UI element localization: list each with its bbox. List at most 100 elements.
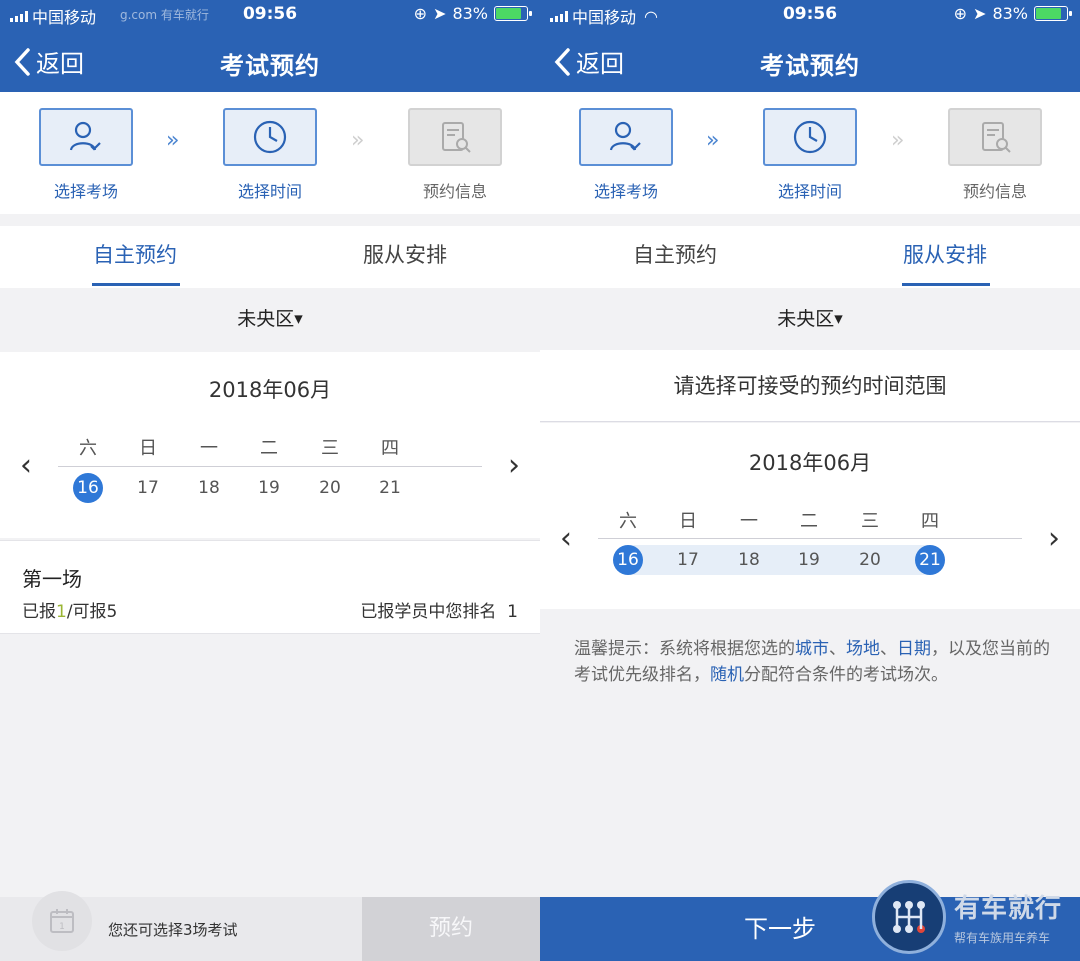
weekday-label: 六 bbox=[79, 438, 97, 459]
next-step-label: 下一步 bbox=[744, 915, 816, 943]
brand-logo: 有车就行 帮有车族用车养车 bbox=[871, 880, 1062, 954]
district-selector[interactable]: 未央区▼ bbox=[540, 288, 1080, 350]
step-label: 选择时间 bbox=[777, 182, 842, 201]
weekday-label: 三 bbox=[321, 438, 339, 459]
page-title: 考试预约 bbox=[760, 52, 860, 80]
battery-icon bbox=[494, 6, 532, 21]
page-title: 考试预约 bbox=[220, 52, 320, 80]
day-17[interactable]: 17 bbox=[133, 473, 163, 503]
phone-screen-assigned-booking: 中国移动 ◠ 09:56 ⊕ ➤ 83% 返回 考试预约 选择考场 » 选择时间… bbox=[540, 0, 1080, 961]
step-select-venue: 选择考场 bbox=[39, 108, 133, 202]
day-20[interactable]: 20 bbox=[855, 545, 885, 575]
reserve-button[interactable]: 预约 bbox=[362, 897, 540, 961]
tip-text: 、 bbox=[829, 639, 846, 659]
step-label: 选择时间 bbox=[237, 182, 302, 201]
calendar-month: 2018年06月 bbox=[748, 451, 872, 475]
step-label: 选择考场 bbox=[53, 182, 118, 201]
day-18[interactable]: 18 bbox=[194, 473, 224, 503]
rank-value: 1 bbox=[507, 602, 518, 622]
step-indicator: 选择考场 » 选择时间 » 预约信息 bbox=[540, 92, 1080, 214]
document-search-icon bbox=[442, 122, 471, 153]
step-arrow-icon: » bbox=[351, 128, 365, 153]
step-booking-info: 预约信息 bbox=[948, 108, 1042, 202]
step-select-time: 选择时间 bbox=[223, 108, 317, 202]
time-range-prompt: 请选择可接受的预约时间范围 bbox=[540, 350, 1080, 422]
weekday-label: 三 bbox=[861, 511, 879, 532]
brand-text: 有车就行 帮有车族用车养车 bbox=[954, 888, 1062, 946]
day-16[interactable]: 16 bbox=[73, 473, 103, 503]
district-selector[interactable]: 未央区▼ bbox=[0, 288, 540, 350]
step-label: 预约信息 bbox=[422, 182, 487, 201]
tip-keyword: 城市 bbox=[795, 639, 829, 659]
nav-bar: 返回 考试预约 bbox=[540, 36, 1080, 86]
day-21[interactable]: 21 bbox=[915, 545, 945, 575]
capacity-booked: 1 bbox=[56, 602, 67, 622]
day-19[interactable]: 19 bbox=[794, 545, 824, 575]
prev-week-icon[interactable]: ‹ bbox=[20, 448, 32, 483]
date-range-calendar: 2018年06月 ‹ › 六 日 一 二 三 四 16 17 18 19 20 … bbox=[540, 423, 1080, 609]
document-search-icon bbox=[982, 122, 1011, 153]
location-icon: ➤ bbox=[433, 4, 447, 23]
day-16[interactable]: 16 bbox=[613, 545, 643, 575]
booking-mode-tabs: 自主预约 服从安排 bbox=[0, 226, 540, 288]
app-header: 中国移动 g.com 有车就行 09:56 ⊕ ➤ 83% 返回 考试预约 bbox=[0, 0, 540, 92]
tab-self-booking[interactable]: 自主预约 bbox=[45, 226, 225, 288]
step-arrow-icon: » bbox=[891, 128, 905, 153]
svg-text:1: 1 bbox=[59, 922, 65, 932]
weekday-label: 一 bbox=[740, 511, 758, 532]
session-title: 第一场 bbox=[22, 567, 82, 591]
capacity-max: /可报5 bbox=[66, 602, 118, 622]
lock-rotation-icon: ⊕ bbox=[413, 4, 428, 23]
weekday-label: 一 bbox=[200, 438, 218, 459]
lock-rotation-icon: ⊕ bbox=[953, 4, 968, 23]
weekday-label: 日 bbox=[679, 511, 697, 532]
day-20[interactable]: 20 bbox=[315, 473, 345, 503]
nav-bar: 返回 考试预约 bbox=[0, 36, 540, 86]
district-label: 未央区 bbox=[777, 308, 835, 330]
step-booking-info: 预约信息 bbox=[408, 108, 502, 202]
session-card[interactable]: 第一场 已报1/可报5 已报学员中您排名 1 bbox=[0, 540, 540, 634]
tab-assigned[interactable]: 服从安排 bbox=[855, 226, 1035, 288]
district-label: 未央区 bbox=[237, 308, 295, 330]
session-rank: 已报学员中您排名 1 bbox=[360, 597, 518, 622]
capacity-prefix: 已报 bbox=[22, 602, 56, 622]
tip-keyword: 随机 bbox=[710, 665, 744, 685]
booking-bar: 1 您还可选择3场考试 预约 bbox=[0, 891, 540, 961]
battery-icon bbox=[1034, 6, 1072, 21]
status-bar: 中国移动 ◠ 09:56 ⊕ ➤ 83% bbox=[540, 4, 1080, 27]
rank-label: 已报学员中您排名 bbox=[360, 602, 497, 622]
day-17[interactable]: 17 bbox=[673, 545, 703, 575]
next-week-icon[interactable]: › bbox=[508, 448, 520, 483]
day-18[interactable]: 18 bbox=[734, 545, 764, 575]
tip-keyword: 场地 bbox=[846, 639, 880, 659]
day-19[interactable]: 19 bbox=[254, 473, 284, 503]
caret-down-icon: ▼ bbox=[834, 312, 843, 326]
step-label: 预约信息 bbox=[962, 182, 1027, 201]
step-label: 选择考场 bbox=[593, 182, 658, 201]
battery-percent: 83% bbox=[452, 4, 488, 23]
tip-text: 温馨提示：系统将根据您选的 bbox=[574, 639, 795, 659]
day-21[interactable]: 21 bbox=[375, 473, 405, 503]
tab-self-booking[interactable]: 自主预约 bbox=[585, 226, 765, 288]
session-capacity: 已报1/可报5 bbox=[22, 597, 117, 622]
calendar-icon: 1 bbox=[32, 891, 92, 951]
step-arrow-icon: » bbox=[706, 128, 720, 153]
tip-text: 、 bbox=[880, 639, 897, 659]
step-arrow-icon: » bbox=[166, 128, 180, 153]
prev-week-icon[interactable]: ‹ bbox=[560, 521, 572, 556]
weekday-label: 二 bbox=[800, 511, 818, 532]
calendar-divider bbox=[58, 466, 482, 467]
date-calendar: 2018年06月 ‹ › 六 日 一 二 三 四 16 17 18 19 20 … bbox=[0, 352, 540, 538]
battery-percent: 83% bbox=[992, 4, 1028, 23]
booking-mode-tabs: 自主预约 服从安排 bbox=[540, 226, 1080, 288]
next-week-icon[interactable]: › bbox=[1048, 521, 1060, 556]
gear-shift-icon bbox=[871, 880, 946, 954]
location-icon: ➤ bbox=[973, 4, 987, 23]
caret-down-icon: ▼ bbox=[294, 312, 303, 326]
tip-text: 分配符合条件的考试场次。 bbox=[744, 665, 948, 685]
calendar-month: 2018年06月 bbox=[208, 378, 332, 402]
remaining-sessions: 您还可选择3场考试 bbox=[108, 921, 238, 939]
status-right: ⊕ ➤ 83% bbox=[953, 4, 1072, 23]
tab-assigned[interactable]: 服从安排 bbox=[315, 226, 495, 288]
tip-keyword: 日期 bbox=[897, 639, 931, 659]
